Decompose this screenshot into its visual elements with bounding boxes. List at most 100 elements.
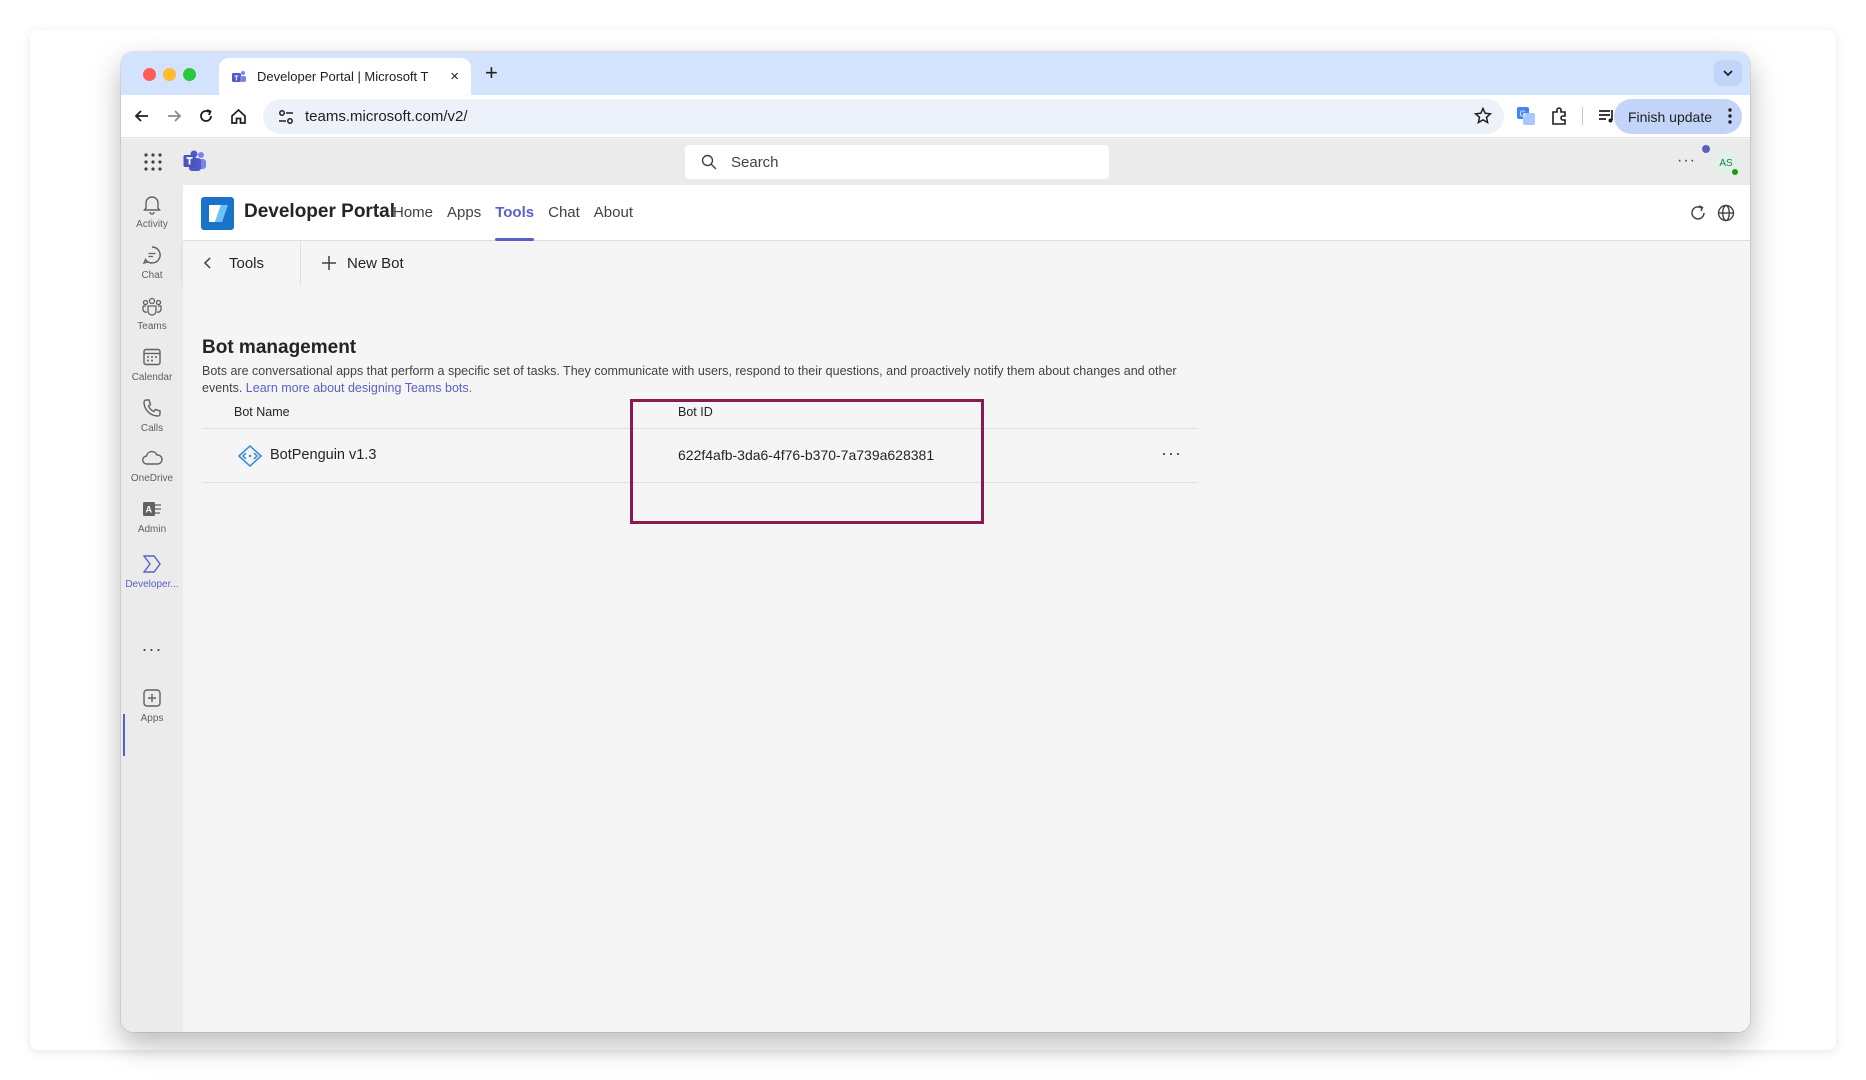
rail-item-admin[interactable]: A Admin [121,498,183,550]
notification-dot [1702,145,1710,153]
svg-text:T: T [234,75,239,82]
back-label: Tools [229,254,265,272]
rail-label: Admin [137,524,167,535]
developer-portal-logo-icon [201,197,234,230]
arrow-right-icon [168,110,182,122]
plus-icon [322,256,336,270]
page-title: Bot management [202,337,357,358]
tab-close-icon[interactable]: × [450,68,459,85]
new-bot-label: New Bot [347,254,404,272]
reload-button[interactable] [196,106,216,126]
refresh-icon[interactable] [1688,203,1708,223]
rail-label: Apps [140,713,164,724]
tab-title: Developer Portal | Microsoft T [257,69,429,84]
extensions-icon[interactable] [1549,106,1569,126]
search-icon [701,154,717,170]
browser-tab[interactable]: T Developer Portal | Microsoft T × [219,58,471,95]
rail-label: Calendar [131,372,173,383]
home-button[interactable] [228,106,248,126]
search-bar[interactable]: Search [685,145,1109,179]
rail-item-calls[interactable]: Calls [121,397,183,449]
svg-text:A: A [146,505,153,515]
row-more-options-button[interactable]: ··· [1161,443,1182,464]
rail-label: Teams [137,321,167,332]
url-text[interactable]: teams.microsoft.com/v2/ [305,108,468,125]
address-bar[interactable]: teams.microsoft.com/v2/ [263,99,1504,134]
rail-label: Developer... [125,579,179,590]
app-title: Developer Portal [244,201,395,222]
svg-text:G: G [1520,110,1526,119]
reload-icon [200,109,212,122]
column-header-bot-name[interactable]: Bot Name [234,405,290,419]
user-avatar[interactable]: AS [1714,151,1740,177]
calendar-icon [143,348,161,366]
translate-icon[interactable]: G [1516,106,1536,126]
cloud-icon [142,450,163,465]
tab-about[interactable]: About [587,185,640,241]
rail-item-onedrive[interactable]: OneDrive [121,447,183,499]
home-icon [230,108,246,124]
arrow-left-icon [134,110,148,122]
back-button[interactable] [132,106,152,126]
avatar-initials: AS [1719,157,1733,169]
tab-apps[interactable]: Apps [440,185,488,241]
phone-icon [143,399,161,417]
new-bot-button[interactable]: New Bot [321,241,404,285]
chat-icon [142,246,161,265]
finish-update-button[interactable]: Finish update [1613,99,1742,134]
tab-strip: T Developer Portal | Microsoft T × + [121,52,1750,95]
tab-chat[interactable]: Chat [541,185,587,241]
command-bar: Tools New Bot [183,241,1750,285]
rail-label: Activity [136,219,168,230]
tab-home[interactable]: Home [386,185,440,241]
tab-search-button[interactable] [1714,60,1742,86]
minimize-window-button[interactable] [163,68,176,81]
bot-name-cell[interactable]: BotPenguin v1.3 [270,447,376,463]
rail-item-developer-portal[interactable]: Developer... [121,553,183,605]
teams-logo-icon[interactable] [183,150,207,172]
bot-id-highlight-box [630,399,984,524]
teams-favicon-icon: T [232,70,246,82]
rail-label: Calls [140,423,164,434]
app-launcher-icon[interactable] [143,152,163,172]
rail-item-calendar[interactable]: Calendar [121,346,183,398]
maximize-window-button[interactable] [183,68,196,81]
app-nav: Home Apps Tools Chat About [386,185,640,241]
more-vertical-icon [1728,108,1732,124]
bell-icon [143,196,161,215]
close-window-button[interactable] [143,68,156,81]
rail-label: Chat [141,270,163,281]
teams-header: Search ··· AS [121,139,1750,185]
rail-item-teams[interactable]: Teams [121,295,183,347]
globe-icon[interactable] [1716,203,1736,223]
toolbar-divider [1582,107,1583,125]
main-content: Bot management Bots are conversational a… [183,285,1750,1032]
new-tab-button[interactable]: + [485,62,498,84]
app-rail: Activity Chat Teams Calendar Calls OneDr… [121,185,183,1032]
tab-tools[interactable]: Tools [488,185,541,241]
presence-available-icon [1730,167,1740,177]
browser-toolbar: teams.microsoft.com/v2/ G Finish update [121,95,1750,138]
finish-update-label: Finish update [1627,108,1712,125]
back-to-tools-button[interactable]: Tools [201,241,264,285]
rail-label: OneDrive [130,473,174,484]
rail-item-activity[interactable]: Activity [121,193,183,245]
search-placeholder: Search [731,153,779,171]
bookmark-star-icon[interactable] [1474,107,1492,125]
site-settings-icon[interactable] [277,108,295,126]
add-app-icon [143,689,161,707]
rail-item-apps[interactable]: Apps [121,687,183,739]
chevron-left-icon [203,257,211,269]
settings-more-button[interactable]: ··· [1677,152,1696,170]
bot-icon [238,445,262,467]
forward-button[interactable] [164,106,184,126]
app-header: Developer Portal Home Apps Tools Chat Ab… [183,185,1750,241]
command-divider [300,241,301,285]
teams-icon [142,297,162,316]
more-apps-button[interactable]: ··· [121,639,183,660]
chevron-down-icon [1723,70,1733,77]
browser-window: T Developer Portal | Microsoft T × + tea… [121,52,1750,1032]
developer-portal-icon [142,555,161,573]
admin-icon: A [143,502,161,516]
rail-item-chat[interactable]: Chat [121,244,183,296]
